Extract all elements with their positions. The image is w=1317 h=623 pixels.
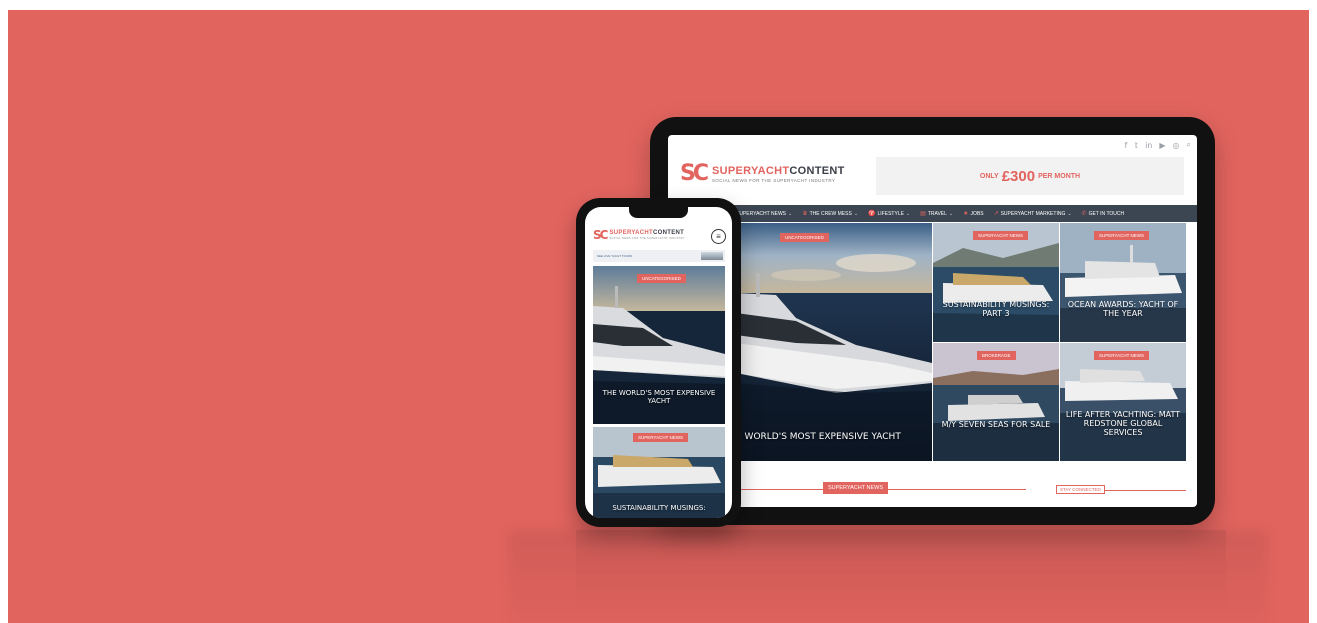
nav-item-jobs[interactable]: ★ JOBS	[963, 210, 984, 218]
nav-label: SUPERYACHT MARKETING	[1000, 210, 1066, 217]
category-badge[interactable]: SUPERYACHT NEWS	[973, 231, 1029, 240]
chart-icon: ↗	[993, 211, 999, 217]
yacht-image	[933, 223, 1059, 342]
phone-notch	[629, 207, 688, 218]
nav-item-crew-mess[interactable]: ♛ THE CREW MESS ⌄	[802, 210, 859, 218]
category-badge[interactable]: UNCATEGORISED	[637, 274, 686, 283]
facebook-icon[interactable]: f	[1125, 141, 1128, 150]
youtube-icon[interactable]: ▶	[1159, 141, 1165, 150]
nav-item-superyacht-news[interactable]: SUPERYACHT NEWS ⌄	[736, 211, 792, 217]
twitter-icon[interactable]: 𝕥	[1134, 141, 1138, 150]
feature-tile-main[interactable]: UNCATEGORISED E WORLD'S MOST EXPENSIVE Y…	[736, 223, 932, 461]
site-logo[interactable]: SC SUPERYACHTCONTENT SOCIAL NEWS FOR THE…	[680, 163, 845, 185]
category-badge[interactable]: SUPERYACHT NEWS	[1094, 231, 1150, 240]
article-title[interactable]: M/Y SEVEN SEAS FOR SALE	[937, 420, 1055, 430]
article-title[interactable]: THE WORLD'S MOST EXPENSIVE YACHT	[597, 389, 721, 405]
nav-label: JOBS	[970, 210, 984, 217]
phone-icon: ✆	[1081, 211, 1087, 217]
logo-mark: SC	[680, 161, 709, 186]
main-nav: SUPERYACHT NEWS ⌄ ♛ THE CREW MESS ⌄ ♈ LI…	[668, 205, 1197, 222]
nav-label: SUPERYACHT NEWS	[736, 210, 787, 217]
category-badge[interactable]: BROKERAGE	[977, 351, 1016, 360]
category-badge[interactable]: SUPERYACHT NEWS	[1094, 351, 1150, 360]
banner-yacht-image	[701, 252, 723, 260]
feature-tile-3[interactable]: BROKERAGE M/Y SEVEN SEAS FOR SALE	[933, 343, 1059, 461]
ad-price: £300	[1001, 167, 1036, 185]
feature-tile-4[interactable]: SUPERYACHT NEWS LIFE AFTER YACHTING: MAT…	[1060, 343, 1186, 461]
banner-text: SEE LIVE YACHT TOURS	[597, 254, 633, 258]
logo-text: SUPERYACHTCONTENT SOCIAL NEWS FOR THE SU…	[712, 165, 845, 183]
feature-tile-2[interactable]: SUPERYACHT NEWS OCEAN AWARDS: YACHT OF T…	[1060, 223, 1186, 342]
chevron-down-icon: ⌄	[948, 210, 954, 217]
brand-name-part1: SUPERYACHT	[609, 230, 654, 236]
ad-prefix: ONLY	[979, 172, 999, 180]
brand-name-part1: SUPERYACHT	[712, 165, 790, 177]
nav-label: TRAVEL	[927, 210, 947, 217]
nav-item-marketing[interactable]: ↗ SUPERYACHT MARKETING ⌄	[993, 210, 1072, 218]
article-title[interactable]: SUSTAINABILITY MUSINGS:	[597, 504, 721, 513]
article-title[interactable]: E WORLD'S MOST EXPENSIVE YACHT	[736, 432, 901, 443]
brand-name-part2: CONTENT	[653, 230, 685, 236]
article-title[interactable]: SUSTAINABILITY MUSINGS: PART 3	[937, 300, 1055, 319]
brand-tagline: SOCIAL NEWS FOR THE SUPERYACHT INDUSTRY	[712, 178, 836, 183]
nav-item-lifestyle[interactable]: ♈ LIFESTYLE ⌄	[868, 210, 911, 218]
brand-name-part2: CONTENT	[789, 165, 845, 177]
lifestyle-icon: ♈	[868, 211, 876, 217]
search-icon[interactable]: ⌕	[1187, 140, 1191, 150]
category-badge[interactable]: SUPERYACHT NEWS	[633, 433, 689, 442]
star-icon: ★	[963, 211, 969, 217]
yacht-image	[1060, 223, 1186, 342]
phone-feature-tile-2[interactable]: SUPERYACHT NEWS SUSTAINABILITY MUSINGS:	[593, 427, 725, 518]
yacht-image	[933, 343, 1059, 461]
chevron-down-icon: ⌄	[853, 210, 859, 217]
site-logo[interactable]: SC SUPERYACHTCONTENT SOCIAL NEWS FOR THE…	[593, 229, 685, 241]
tablet-screen: f 𝕥 in ▶ ◎ ⌕ SC SUPERYACHTCONTENT SOCIAL…	[668, 135, 1197, 507]
section-title: SUPERYACHT NEWS	[823, 482, 889, 494]
nav-label: THE CREW MESS	[809, 210, 852, 217]
phone-ad-banner[interactable]: SEE LIVE YACHT TOURS	[593, 250, 725, 262]
logo-mark: SC	[593, 228, 609, 242]
hamburger-menu-icon[interactable]: ≡	[711, 229, 726, 244]
phone-feature-tile-1[interactable]: UNCATEGORISED THE WORLD'S MOST EXPENSIVE…	[593, 266, 725, 424]
brand-tagline: SOCIAL NEWS FOR THE SUPERYACHT INDUSTRY	[609, 237, 685, 240]
article-title[interactable]: OCEAN AWARDS: YACHT OF THE YEAR	[1064, 300, 1182, 319]
phone-device: SC SUPERYACHTCONTENT SOCIAL NEWS FOR THE…	[576, 198, 741, 527]
feature-tile-1[interactable]: SUPERYACHT NEWS SUSTAINABILITY MUSINGS: …	[933, 223, 1059, 342]
nav-label: LIFESTYLE	[877, 210, 904, 217]
category-badge[interactable]: UNCATEGORISED	[780, 233, 829, 242]
nav-item-travel[interactable]: ▤ TRAVEL ⌄	[920, 210, 954, 218]
nav-label: GET IN TOUCH	[1088, 210, 1125, 217]
ad-banner[interactable]: ONLY £300 PER MONTH	[876, 157, 1184, 195]
travel-icon: ▤	[920, 211, 926, 217]
device-reflection	[576, 530, 1226, 623]
social-bar: f 𝕥 in ▶ ◎ ⌕	[1125, 139, 1191, 151]
crown-icon: ♛	[802, 211, 808, 217]
ad-suffix: PER MONTH	[1038, 172, 1081, 180]
article-title[interactable]: LIFE AFTER YACHTING: MATT REDSTONE GLOBA…	[1064, 410, 1182, 437]
linkedin-icon[interactable]: in	[1145, 141, 1152, 150]
chevron-down-icon: ⌄	[905, 210, 911, 217]
phone-screen: SC SUPERYACHTCONTENT SOCIAL NEWS FOR THE…	[585, 207, 732, 518]
chevron-down-icon: ⌄	[788, 210, 793, 217]
chevron-down-icon: ⌄	[1067, 210, 1072, 217]
logo-text: SUPERYACHTCONTENT SOCIAL NEWS FOR THE SU…	[609, 230, 684, 240]
instagram-icon[interactable]: ◎	[1173, 141, 1180, 150]
yacht-image	[736, 223, 932, 461]
nav-item-get-in-touch[interactable]: ✆ GET IN TOUCH	[1081, 210, 1125, 218]
yacht-image	[1060, 343, 1186, 461]
stay-connected-label: STAY CONNECTED	[1056, 485, 1105, 494]
background-stage: f 𝕥 in ▶ ◎ ⌕ SC SUPERYACHTCONTENT SOCIAL…	[8, 10, 1309, 623]
